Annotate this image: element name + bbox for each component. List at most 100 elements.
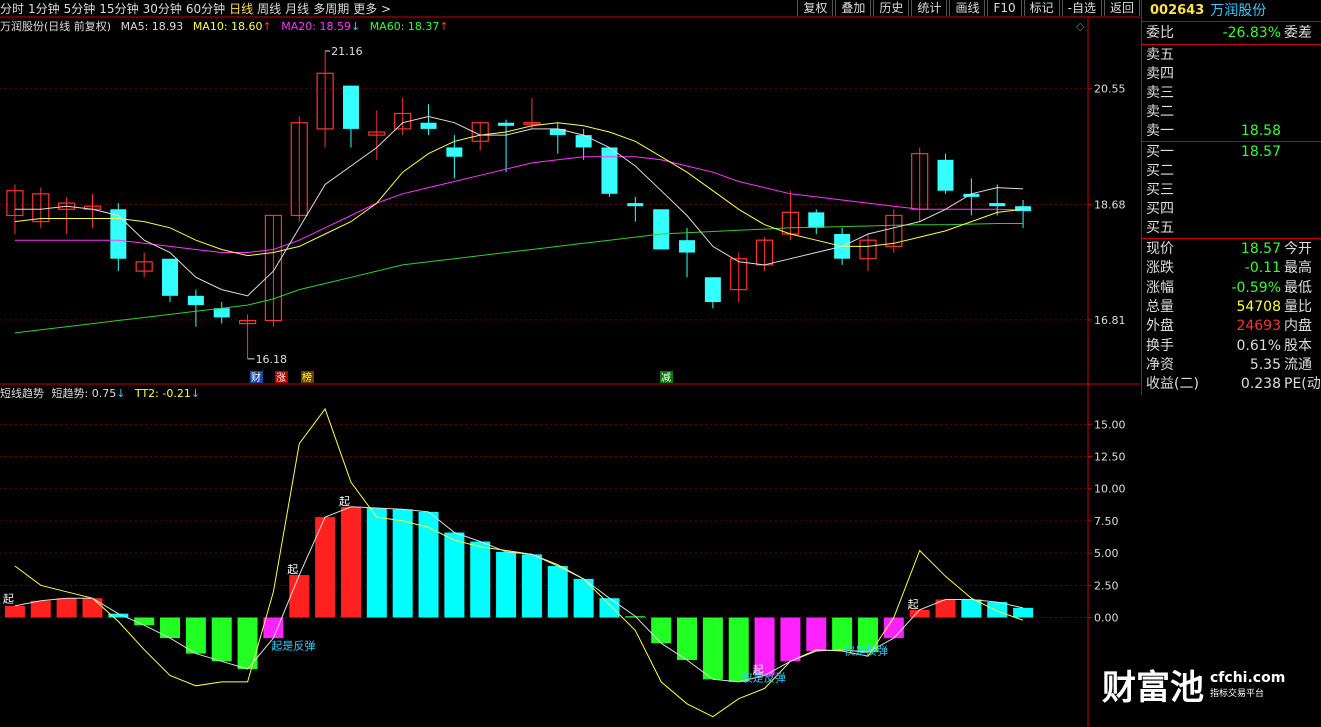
- ind-tick-label: 15.00: [1094, 418, 1126, 431]
- ind-tick-label: 10.00: [1094, 483, 1126, 496]
- timeframe-tab[interactable]: 1分钟: [28, 2, 64, 16]
- row-label: 卖三: [1146, 85, 1174, 101]
- candle-body: [679, 240, 696, 253]
- logo-site: cfchi.com: [1210, 670, 1286, 686]
- indicator-title: 短线趋势: [0, 387, 44, 400]
- signal-qi-label: 起: [339, 495, 350, 508]
- row-value: 5.35: [1249, 356, 1281, 373]
- row-value: 18.58: [1240, 123, 1281, 139]
- low-label: 16.18: [256, 353, 288, 366]
- tool-button[interactable]: F10: [987, 0, 1022, 16]
- trend-bar: [30, 600, 51, 618]
- candle-body: [162, 258, 179, 296]
- timeframe-tab[interactable]: 60分钟: [186, 2, 229, 16]
- stat-row: 总量 54708 量比: [1144, 298, 1319, 316]
- price-tick-label: 16.81: [1094, 314, 1126, 327]
- timeframe-tab[interactable]: 日线: [229, 2, 257, 16]
- stat-row: 换手 0.61% 股本: [1144, 337, 1319, 355]
- indicator-legend: 短线趋势 短趋势: 0.75↓ TT2: -0.21↓: [0, 385, 200, 401]
- row-label: 买一: [1146, 144, 1174, 160]
- row-label-2: 股本: [1284, 337, 1312, 354]
- trend-bar: [702, 617, 723, 680]
- stat-row: 现价 18.57 今开: [1144, 240, 1319, 258]
- chart-canvas[interactable]: 20.55 18.68 16.81 21.16 16.18 财 涨 榜 减 ◇ 15.00 12.50…: [0, 0, 1321, 727]
- timeframe-tab[interactable]: 30分钟: [143, 2, 186, 16]
- timeframe-tab[interactable]: 更多 >: [353, 2, 395, 16]
- row-label-2: PE(动): [1284, 376, 1321, 393]
- timeframe-tab[interactable]: 周线: [257, 2, 285, 16]
- row-label: 涨跌: [1146, 260, 1174, 277]
- tool-button[interactable]: 标记: [1023, 0, 1060, 16]
- row-label: 卖四: [1146, 66, 1174, 82]
- timeframe-tab[interactable]: 分时: [0, 2, 28, 16]
- trend-bar: [289, 575, 310, 618]
- trend-bar: [392, 509, 413, 618]
- logo-subtitle: 指标交易平台: [1210, 689, 1265, 699]
- weibi-label: 委比: [1146, 25, 1174, 41]
- stat-row: 收益(二) 0.238PE(动): [1144, 375, 1321, 393]
- candle-body: [937, 159, 954, 191]
- row-label-2: 最低: [1284, 279, 1312, 296]
- stock-name: 万润股份: [1210, 3, 1267, 19]
- ind-tick-label: 5.00: [1094, 547, 1119, 560]
- trend-bar: [366, 508, 387, 618]
- trend-bar: [4, 605, 25, 618]
- ind-tick-label: 12.50: [1094, 451, 1126, 464]
- row-label: 卖二: [1146, 104, 1174, 120]
- quote-panel: 002643 万润股份 委比 -26.83% 委差 卖五 卖四 卖三 卖二 卖一 18.5…: [1141, 0, 1321, 395]
- trend-bar: [677, 617, 698, 661]
- stat-row: 涨跌 -0.11 最高: [1144, 259, 1319, 277]
- row-label: 卖一: [1146, 123, 1174, 139]
- bid-row: 买五: [1144, 219, 1319, 237]
- tool-button[interactable]: 返回: [1103, 0, 1140, 16]
- tool-button[interactable]: 画线: [949, 0, 986, 16]
- tt2-line: [14, 407, 1024, 718]
- trend-bar: [185, 617, 206, 654]
- ma-legend: 万润股份(日线 前复权) MA5: 18.93 MA10: 18.60↑ MA2…: [0, 18, 449, 34]
- ma20-value: MA20: 18.59: [281, 20, 351, 33]
- tool-button[interactable]: 历史: [873, 0, 910, 16]
- stat-row: 涨幅 -0.59% 最低: [1144, 279, 1319, 297]
- row-value: 0.238: [1240, 376, 1281, 393]
- diamond-icon: ◇: [1076, 20, 1085, 33]
- tool-button[interactable]: 统计: [911, 0, 948, 16]
- tool-button[interactable]: 叠加: [835, 0, 872, 16]
- divider: [1142, 44, 1321, 45]
- bid-row: 买四: [1144, 200, 1319, 218]
- stock-code: 002643: [1150, 2, 1205, 18]
- price-tick-label: 18.68: [1094, 198, 1126, 211]
- quote-header: 002643 万润股份: [1142, 0, 1321, 20]
- row-value: 18.57: [1240, 241, 1281, 257]
- row-label-2: 内盘: [1284, 318, 1312, 335]
- ma10-arrow-icon: ↑: [262, 20, 272, 33]
- ask-row: 卖三: [1144, 84, 1319, 102]
- candle-body: [601, 147, 618, 194]
- row-label: 卖五: [1146, 47, 1174, 63]
- candle-body: [704, 277, 721, 302]
- trend-bar: [521, 554, 542, 618]
- short-trend-arrow-icon: ↓: [116, 387, 126, 400]
- row-label: 总量: [1146, 298, 1174, 315]
- tt2-value: TT2: -0.21: [134, 387, 191, 400]
- trend-bar: [211, 617, 232, 662]
- row-value: 18.57: [1240, 144, 1281, 160]
- ma20-arrow-icon: ↓: [350, 20, 361, 33]
- ma60-arrow-icon: ↑: [439, 20, 449, 33]
- row-label-2: 最高: [1284, 260, 1312, 277]
- ma60-value: MA60: 18.37: [369, 20, 440, 33]
- weicha-label: 委差: [1284, 25, 1312, 41]
- row-label: 净资: [1146, 356, 1174, 373]
- ma5-value: MA5: 18.93: [120, 20, 184, 33]
- tool-button[interactable]: 复权: [797, 0, 834, 16]
- logo-text: 财富池: [1102, 668, 1204, 708]
- candle-body: [575, 135, 592, 148]
- tag-jian: 减: [661, 372, 671, 384]
- timeframe-tab[interactable]: 月线: [285, 2, 313, 16]
- ma10-value: MA10: 18.60: [192, 20, 263, 33]
- tool-button[interactable]: -自选: [1061, 0, 1102, 16]
- timeframe-tab[interactable]: 5分钟: [64, 2, 100, 16]
- timeframe-tab[interactable]: 15分钟: [99, 2, 142, 16]
- timeframe-tab[interactable]: 多周期: [313, 2, 353, 16]
- divider: [1142, 238, 1321, 239]
- row-label: 外盘: [1146, 318, 1174, 335]
